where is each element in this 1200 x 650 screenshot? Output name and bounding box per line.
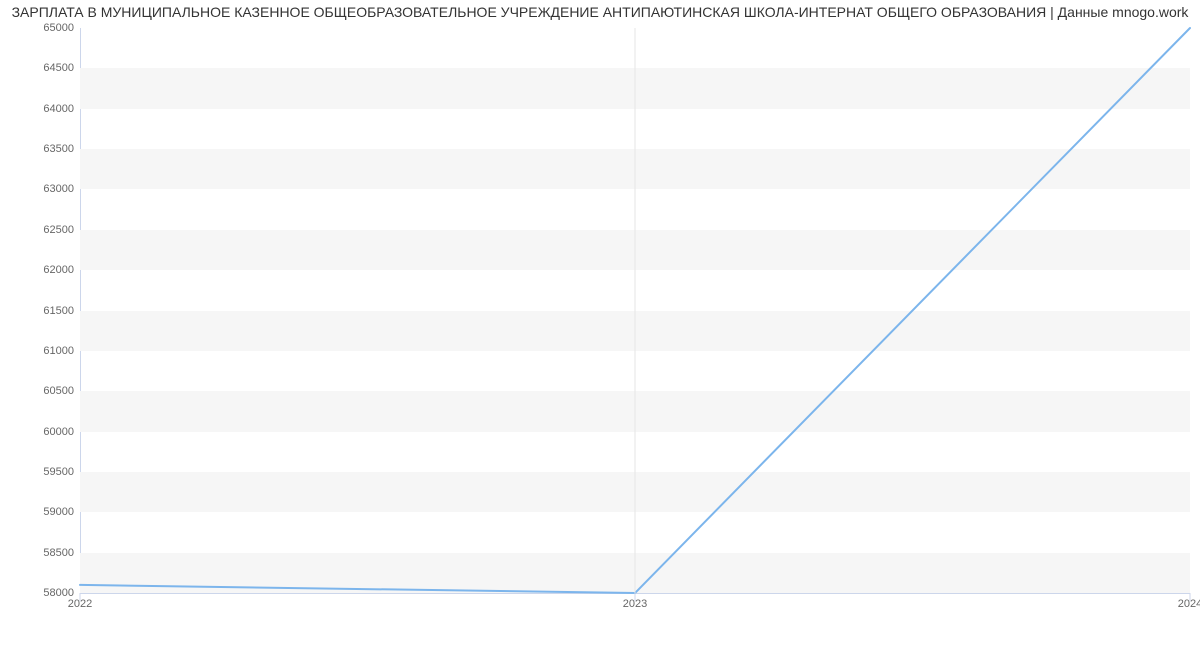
x-tick-label: 2022 (68, 598, 92, 610)
y-tick-label: 60000 (14, 426, 74, 438)
y-tick-label: 62000 (14, 264, 74, 276)
y-tick-label: 63000 (14, 183, 74, 195)
x-tick-label: 2023 (623, 598, 647, 610)
y-tick-label: 64500 (14, 62, 74, 74)
y-tick-label: 59500 (14, 466, 74, 478)
y-tick-label: 58500 (14, 547, 74, 559)
y-tick-label: 63500 (14, 143, 74, 155)
y-tick-label: 60500 (14, 385, 74, 397)
y-tick-label: 62500 (14, 224, 74, 236)
y-tick-label: 65000 (14, 22, 74, 34)
x-tick-label: 2024 (1178, 598, 1200, 610)
chart-title: ЗАРПЛАТА В МУНИЦИПАЛЬНОЕ КАЗЕННОЕ ОБЩЕОБ… (0, 0, 1200, 22)
salary-line-chart: ЗАРПЛАТА В МУНИЦИПАЛЬНОЕ КАЗЕННОЕ ОБЩЕОБ… (0, 0, 1200, 650)
y-tick-label: 61500 (14, 305, 74, 317)
y-tick-label: 58000 (14, 587, 74, 599)
y-tick-label: 64000 (14, 103, 74, 115)
y-tick-label: 59000 (14, 506, 74, 518)
y-tick-label: 61000 (14, 345, 74, 357)
